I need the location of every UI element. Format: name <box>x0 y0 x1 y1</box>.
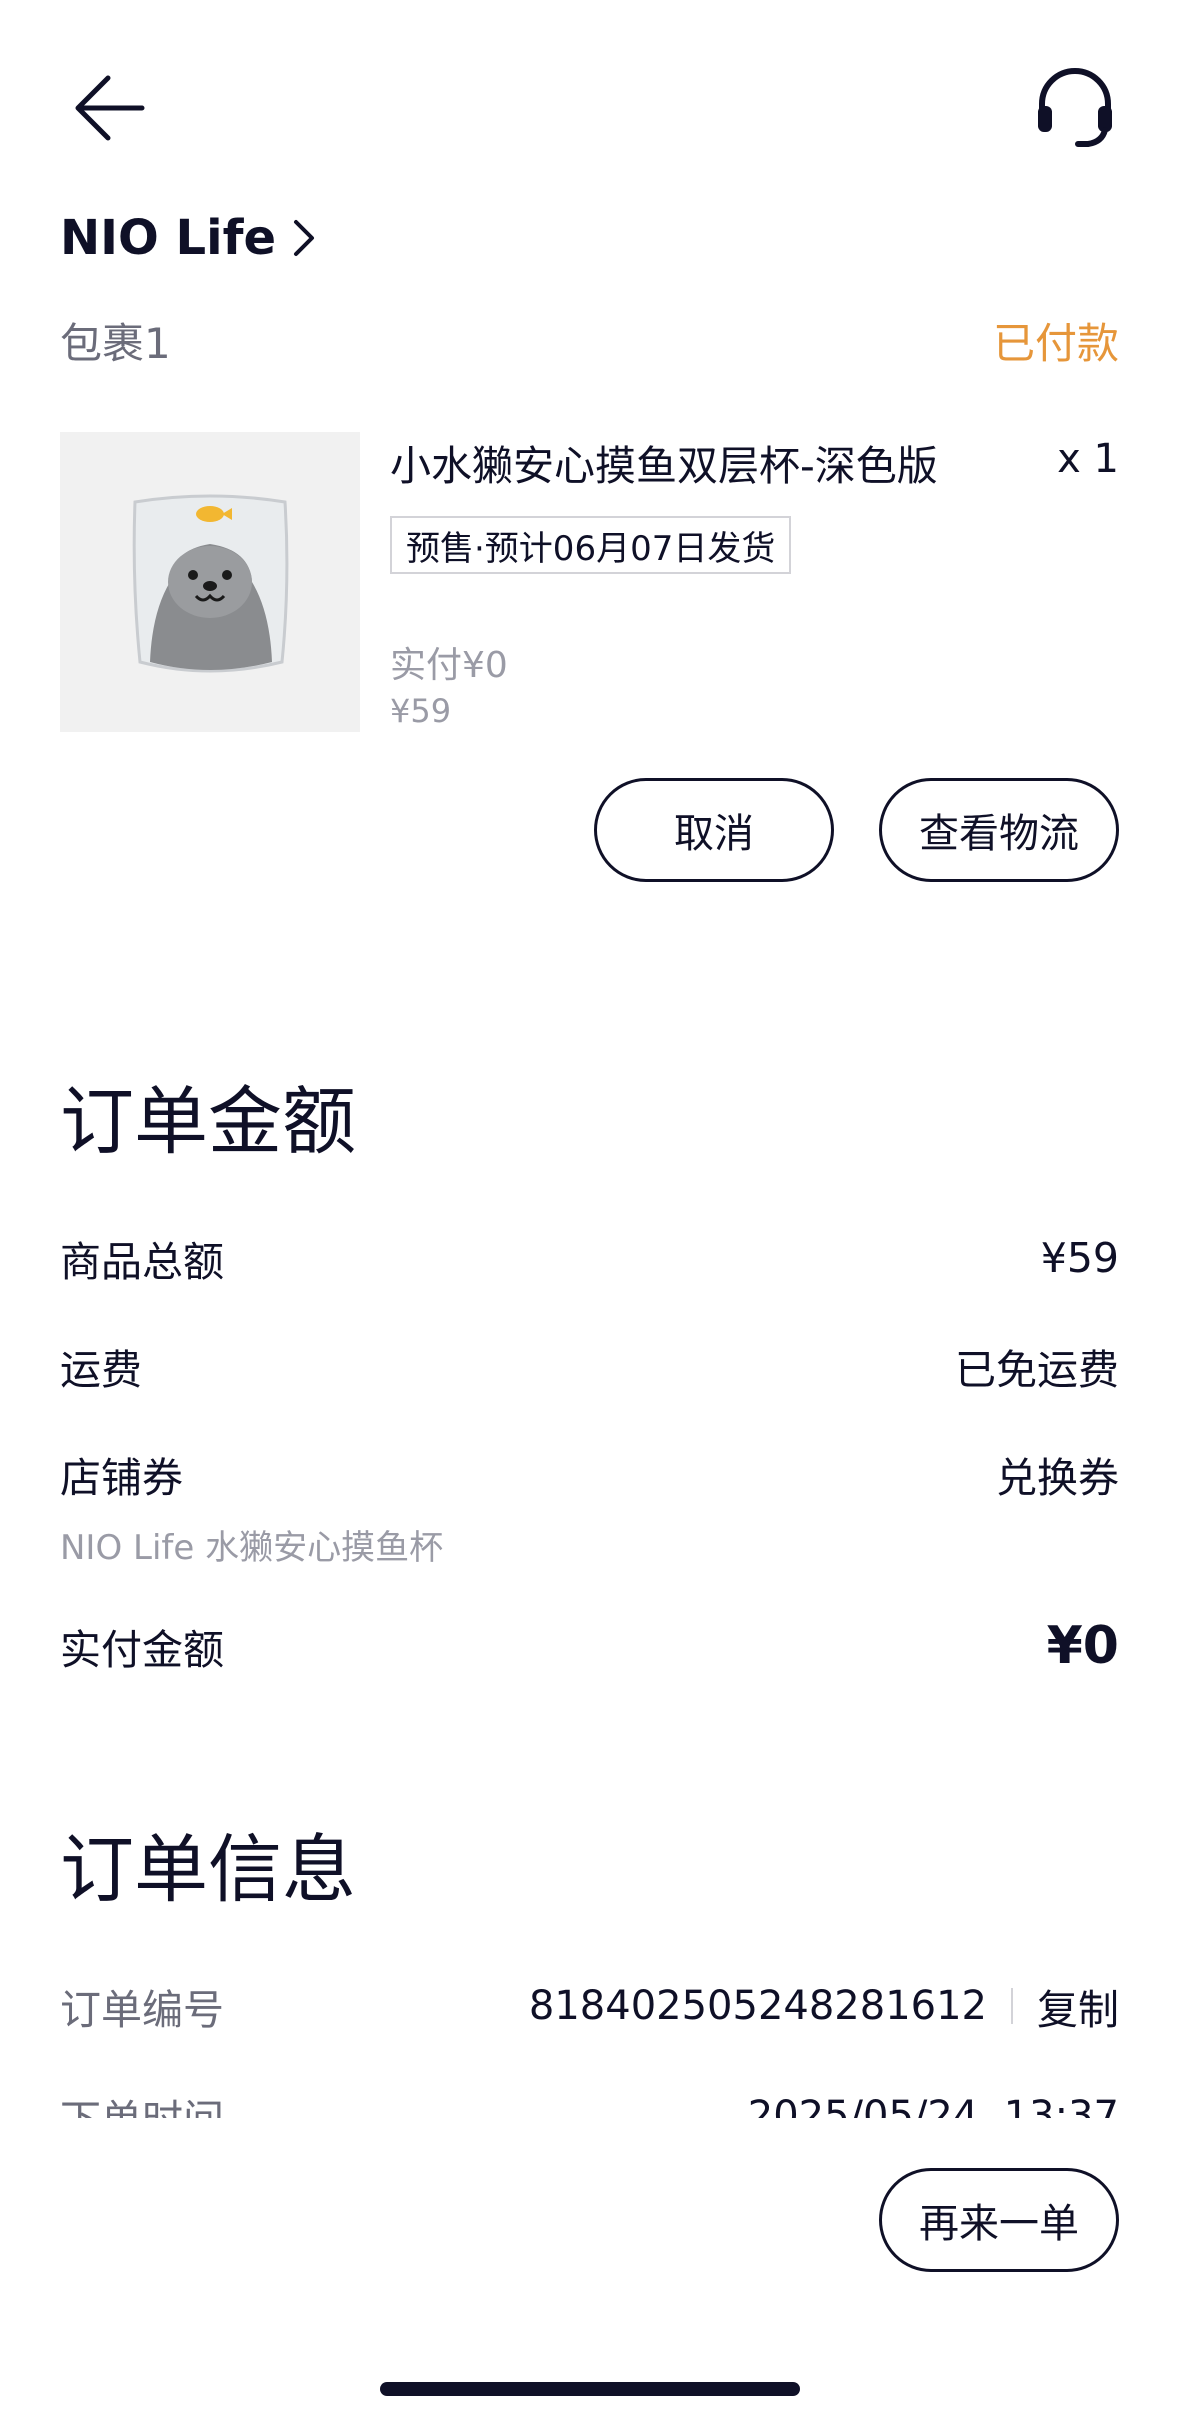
package-status: 已付款 <box>992 319 1119 368</box>
store-coupon-label: 店铺券 <box>60 1454 183 1502</box>
order-number-row: 订单编号 818402505248281612 复制 <box>60 1976 1119 2036</box>
chevron-right-icon <box>294 220 315 256</box>
arrow-left-icon <box>75 75 145 141</box>
order-time-value: 2025/05/24 13:37 <box>747 2093 1119 2118</box>
store-coupon-value: 兑换券 <box>996 1454 1119 1502</box>
paid-price: 实付¥0 <box>390 645 508 686</box>
bottom-action-bar: 再来一单 <box>0 2118 1179 2410</box>
total-paid-row: 实付金额 ¥0 <box>60 1616 1119 1676</box>
product-image[interactable] <box>60 432 360 732</box>
order-time-clip: 下单时间 2025/05/24 13:37 <box>0 2080 1179 2118</box>
cancel-button[interactable]: 取消 <box>594 778 834 882</box>
shipping-label: 运费 <box>60 1346 142 1394</box>
goods-total-value: ¥59 <box>1040 1234 1119 1282</box>
home-indicator <box>380 2382 800 2396</box>
reorder-button[interactable]: 再来一单 <box>879 2168 1119 2272</box>
order-amount-title: 订单金额 <box>60 1079 356 1165</box>
headset-icon <box>1038 68 1112 147</box>
order-number-value: 818402505248281612 <box>528 1983 987 2029</box>
customer-service-button[interactable] <box>1030 62 1120 152</box>
view-logistics-button[interactable]: 查看物流 <box>879 778 1119 882</box>
shipping-value: 已免运费 <box>955 1346 1119 1394</box>
order-time-label: 下单时间 <box>60 2086 224 2118</box>
original-price: ¥59 <box>390 692 452 730</box>
total-paid-label: 实付金额 <box>60 1626 224 1674</box>
product-quantity: x 1 <box>1057 436 1119 482</box>
goods-total-row: 商品总额 ¥59 <box>60 1228 1119 1288</box>
store-link[interactable]: NIO Life <box>60 210 320 266</box>
order-number-label: 订单编号 <box>60 1986 224 2034</box>
store-name: NIO Life <box>60 210 277 266</box>
divider <box>1011 1988 1013 2024</box>
goods-total-label: 商品总额 <box>60 1238 224 1286</box>
otter-cup-product-image <box>132 494 289 673</box>
order-number-group: 818402505248281612 复制 <box>529 1976 1119 2036</box>
order-info-title: 订单信息 <box>60 1827 356 1913</box>
store-coupon-row: 店铺券 兑换券 <box>60 1444 1119 1504</box>
product-title[interactable]: 小水獭安心摸鱼双层杯-深色版 <box>390 432 938 492</box>
back-button[interactable] <box>70 68 150 148</box>
package-label: 包裹1 <box>60 319 171 368</box>
total-paid-value: ¥0 <box>1046 1616 1119 1676</box>
shipping-row: 运费 已免运费 <box>60 1336 1119 1396</box>
presale-tag: 预售·预计06月07日发货 <box>390 516 792 574</box>
copy-button[interactable]: 复制 <box>1037 1976 1119 2036</box>
coupon-note: NIO Life 水獭安心摸鱼杯 <box>60 1528 444 1568</box>
